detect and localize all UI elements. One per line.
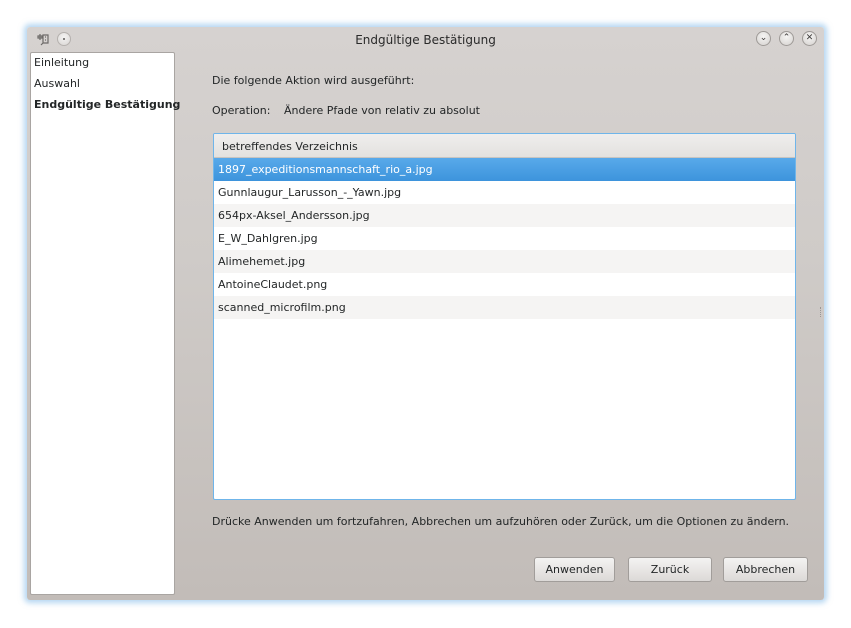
close-icon: ✕ — [805, 33, 814, 43]
list-item[interactable]: AntoineClaudet.png — [214, 273, 795, 296]
list-item[interactable]: Alimehemet.jpg — [214, 250, 795, 273]
apply-button[interactable]: Anwenden — [534, 557, 615, 582]
list-item[interactable]: scanned_microfilm.png — [214, 296, 795, 319]
minimize-button[interactable]: ⌄ — [756, 31, 771, 46]
back-button[interactable]: Zurück — [628, 557, 712, 582]
sidebar-item-auswahl[interactable]: Auswahl — [34, 75, 80, 93]
column-header-label: betreffendes Verzeichnis — [222, 140, 358, 153]
dialog-window: Endgültige Bestätigung ⌄ ⌃ ✕ Einleitung … — [27, 27, 824, 600]
resize-grip[interactable] — [820, 307, 823, 317]
intro-text: Die folgende Aktion wird ausgeführt: — [212, 74, 415, 87]
cancel-button[interactable]: Abbrechen — [723, 557, 808, 582]
list-item[interactable]: E_W_Dahlgren.jpg — [214, 227, 795, 250]
operation-value: Ändere Pfade von relativ zu absolut — [284, 104, 480, 117]
minimize-icon: ⌄ — [759, 33, 768, 43]
operation-label: Operation: — [212, 104, 271, 117]
maximize-icon: ⌃ — [782, 33, 791, 43]
title-bar[interactable]: Endgültige Bestätigung ⌄ ⌃ ✕ — [27, 27, 824, 51]
list-column-header[interactable]: betreffendes Verzeichnis — [214, 134, 795, 158]
sidebar-item-einleitung[interactable]: Einleitung — [34, 54, 89, 72]
list-item[interactable]: Gunnlaugur_Larusson_-_Yawn.jpg — [214, 181, 795, 204]
window-title: Endgültige Bestätigung — [355, 33, 496, 47]
wizard-steps-sidebar: Einleitung Auswahl Endgültige Bestätigun… — [30, 52, 180, 595]
affected-files-list[interactable]: betreffendes Verzeichnis 1897_expedition… — [213, 133, 796, 500]
maximize-button[interactable]: ⌃ — [779, 31, 794, 46]
list-item[interactable]: 654px-Aksel_Andersson.jpg — [214, 204, 795, 227]
list-item[interactable]: 1897_expeditionsmannschaft_rio_a.jpg — [214, 158, 795, 181]
instructions-text: Drücke Anwenden um fortzufahren, Abbrech… — [212, 515, 790, 528]
sidebar-item-endgueltige-bestaetigung[interactable]: Endgültige Bestätigung — [34, 96, 180, 114]
close-button[interactable]: ✕ — [802, 31, 817, 46]
